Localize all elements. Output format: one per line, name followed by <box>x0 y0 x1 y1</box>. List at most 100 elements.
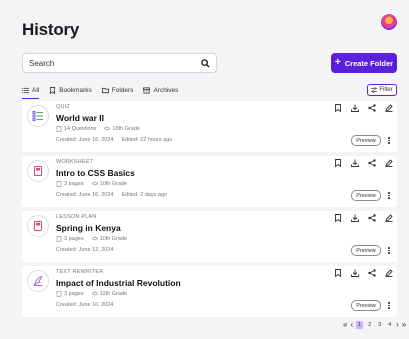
page-button-2[interactable]: 2 <box>366 321 373 329</box>
item-actions <box>334 159 393 167</box>
page-title: History <box>22 20 80 39</box>
preview-button[interactable]: Preview <box>351 190 381 201</box>
document-icon <box>56 126 62 132</box>
item-type: LESSON PLAN <box>56 214 97 220</box>
rewriter-icon <box>27 270 49 292</box>
item-dates: Created: June 12, 2024 <box>56 247 114 253</box>
tab-folders-label: Folders <box>111 86 134 94</box>
tab-archives[interactable]: Archives <box>143 84 178 96</box>
graduation-cap-icon <box>91 236 98 241</box>
bookmark-icon[interactable] <box>334 104 342 112</box>
edit-icon[interactable] <box>385 159 393 167</box>
page-button-1[interactable]: 1 <box>356 320 364 329</box>
download-icon[interactable] <box>351 159 359 167</box>
plus-icon: + <box>334 57 341 68</box>
history-card[interactable]: TEXT REWRITER Impact of Industrial Revol… <box>22 266 397 317</box>
download-icon[interactable] <box>351 269 359 277</box>
item-created: Created: June 16, 2024 <box>56 192 114 198</box>
history-card[interactable]: QUIZ World war II 14 Questions 10th Grad… <box>22 101 397 152</box>
document-icon <box>56 236 62 242</box>
share-icon[interactable] <box>368 214 376 222</box>
download-icon[interactable] <box>351 214 359 222</box>
item-created: Created: June 12, 2024 <box>56 247 114 253</box>
item-grade: 12th Grade <box>99 291 128 297</box>
graduation-cap-icon <box>91 181 98 186</box>
next-page-icon[interactable]: › <box>396 320 399 329</box>
list-icon <box>22 87 29 93</box>
search-input[interactable]: Search <box>29 59 201 68</box>
graduation-cap-icon <box>91 291 98 296</box>
share-icon[interactable] <box>368 104 376 112</box>
bookmark-icon[interactable] <box>334 159 342 167</box>
preview-button[interactable]: Preview <box>351 135 381 146</box>
item-meta: 3 pages 10th Grade <box>56 236 127 242</box>
more-options-icon[interactable] <box>386 300 392 311</box>
archive-icon <box>143 86 151 94</box>
edit-icon[interactable] <box>385 214 393 222</box>
page-button-3[interactable]: 3 <box>376 321 383 329</box>
item-count: 3 pages <box>64 291 84 297</box>
filter-button[interactable]: Filter <box>367 84 397 96</box>
folder-icon <box>101 87 109 93</box>
item-grade: 10th Grade <box>99 181 128 187</box>
item-dates: Created: June 16, 2024 Edited: 2 days ag… <box>56 192 167 198</box>
quiz-icon <box>27 105 49 127</box>
item-dates: Created: June 16, 2024 Edited: 22 hours … <box>56 137 172 143</box>
item-type: QUIZ <box>56 104 70 110</box>
user-avatar[interactable] <box>380 13 398 31</box>
item-edited: Edited: 2 days ago <box>121 192 168 198</box>
download-icon[interactable] <box>351 104 359 112</box>
create-folder-label: Create Folder <box>344 58 394 68</box>
item-title[interactable]: Spring in Kenya <box>56 223 121 233</box>
item-count: 14 Questions <box>64 126 97 132</box>
item-type: WORKSHEET <box>56 159 94 165</box>
item-count: 3 pages <box>64 181 84 187</box>
tab-all[interactable]: All <box>22 84 40 99</box>
tab-all-label: All <box>32 86 40 94</box>
create-folder-button[interactable]: + Create Folder <box>331 53 397 73</box>
page-button-4[interactable]: 4 <box>386 321 393 329</box>
item-title[interactable]: World war II <box>56 113 104 123</box>
document-icon <box>56 181 62 187</box>
more-options-icon[interactable] <box>386 135 392 146</box>
share-icon[interactable] <box>368 159 376 167</box>
history-card[interactable]: WORKSHEET Intro to CSS Basics 3 pages 10… <box>22 156 397 207</box>
preview-button[interactable]: Preview <box>351 300 381 311</box>
first-page-icon[interactable]: « <box>343 320 347 329</box>
filter-icon <box>371 87 378 93</box>
tab-bar: All Bookmarks Folders Archives <box>22 84 178 99</box>
search-bar[interactable]: Search <box>22 53 217 73</box>
item-actions <box>334 104 393 112</box>
tab-bookmarks-label: Bookmarks <box>59 86 92 94</box>
preview-button[interactable]: Preview <box>351 245 381 256</box>
pagination: « ‹ 1 2 3 4 › » <box>343 320 406 329</box>
item-edited: Edited: 22 hours ago <box>121 137 173 143</box>
tab-folders[interactable]: Folders <box>101 84 134 96</box>
previous-page-icon[interactable]: ‹ <box>350 320 353 329</box>
item-count: 3 pages <box>64 236 84 242</box>
share-icon[interactable] <box>368 269 376 277</box>
more-options-icon[interactable] <box>386 190 392 201</box>
worksheet-icon <box>27 160 49 182</box>
item-actions <box>334 214 393 222</box>
item-dates: Created: June 10, 2024 <box>56 302 114 308</box>
search-icon[interactable] <box>201 58 210 68</box>
item-meta: 3 pages 12th Grade <box>56 291 127 297</box>
last-page-icon[interactable]: » <box>402 320 406 329</box>
tab-bookmarks[interactable]: Bookmarks <box>49 84 92 96</box>
item-type: TEXT REWRITER <box>56 269 104 275</box>
document-icon <box>56 291 62 297</box>
item-grade: 10th Grade <box>99 236 128 242</box>
item-title[interactable]: Impact of Industrial Revolution <box>56 278 181 288</box>
bookmark-icon[interactable] <box>334 269 342 277</box>
bookmark-icon[interactable] <box>334 214 342 222</box>
more-options-icon[interactable] <box>386 245 392 256</box>
item-created: Created: June 16, 2024 <box>56 137 114 143</box>
item-title[interactable]: Intro to CSS Basics <box>56 168 135 178</box>
history-card[interactable]: LESSON PLAN Spring in Kenya 3 pages 10th… <box>22 211 397 262</box>
edit-icon[interactable] <box>385 269 393 277</box>
item-meta: 3 pages 10th Grade <box>56 181 127 187</box>
edit-icon[interactable] <box>385 104 393 112</box>
filter-label: Filter <box>379 87 393 93</box>
tab-archives-label: Archives <box>153 86 179 94</box>
